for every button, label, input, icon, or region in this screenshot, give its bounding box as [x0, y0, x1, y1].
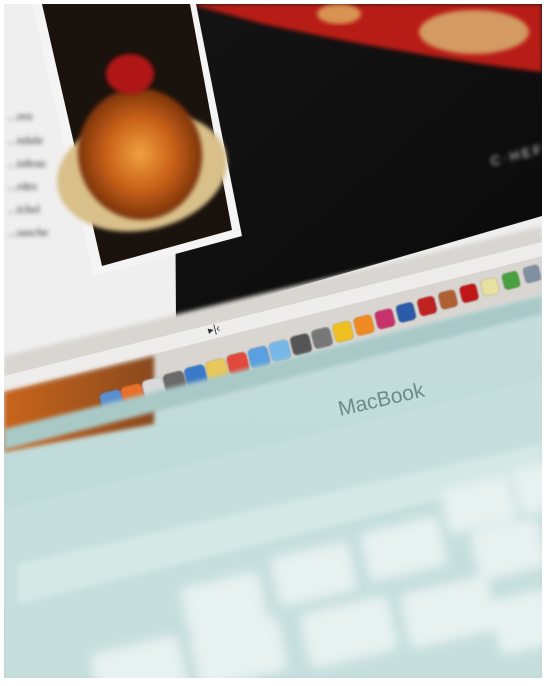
banner-ornament	[317, 4, 361, 24]
laptop-photo: C·HEFS ...ren ...ndale ...ndeau ...rdes …	[4, 4, 542, 678]
recipe-line: ...sasche	[8, 225, 48, 239]
photo-scene: C·HEFS ...ren ...ndale ...ndeau ...rdes …	[4, 4, 542, 678]
recipe-line: ...ren	[8, 109, 32, 123]
stickies-icon[interactable]	[480, 277, 500, 297]
photoshop-icon[interactable]	[395, 302, 417, 324]
recipe-line: ...ndale	[8, 133, 43, 147]
recipe-line: ...tchel	[8, 202, 41, 216]
acrobat-icon[interactable]	[416, 295, 438, 317]
trash-icon[interactable]	[522, 264, 542, 284]
flash-icon[interactable]	[459, 283, 479, 303]
evernote-icon[interactable]	[501, 271, 521, 291]
banner-food-image	[419, 10, 529, 54]
bridge-icon[interactable]	[438, 289, 459, 310]
recipe-line: ...rdes	[8, 179, 37, 193]
adium-duck-icon[interactable]	[332, 320, 355, 343]
indesign-icon[interactable]	[374, 308, 396, 330]
recipe-line: ...ndeau	[8, 156, 46, 170]
food-garnish	[106, 54, 154, 94]
illustrator-icon[interactable]	[353, 314, 375, 336]
